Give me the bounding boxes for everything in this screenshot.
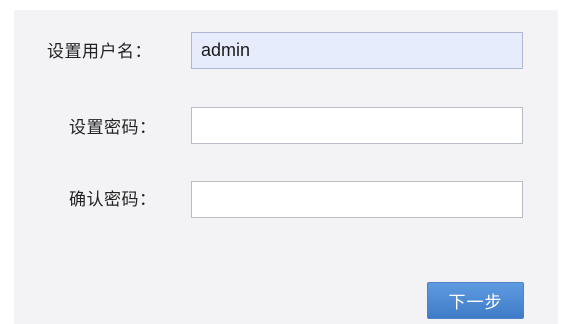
username-label: 设置用户名：: [47, 42, 152, 62]
password-input[interactable]: [191, 107, 523, 144]
confirm-password-label: 确认密码：: [69, 190, 157, 210]
password-label: 设置密码：: [69, 118, 157, 138]
next-step-button[interactable]: 下一步: [427, 282, 524, 319]
confirm-password-input[interactable]: [191, 181, 523, 218]
username-input[interactable]: [191, 32, 523, 69]
